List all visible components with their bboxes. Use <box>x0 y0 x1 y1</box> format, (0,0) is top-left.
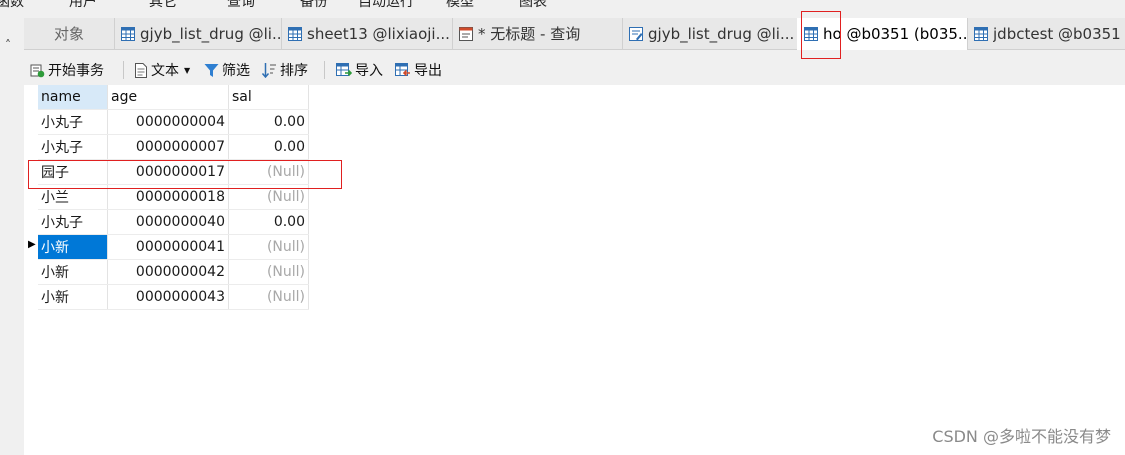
filter-icon <box>204 63 219 77</box>
annotation-highlight-tab <box>801 11 841 59</box>
column-header-name[interactable]: name <box>38 85 108 110</box>
import-button[interactable]: 导入 <box>336 56 383 84</box>
table-row[interactable]: 小丸子 0000000004 0.00 <box>38 109 309 135</box>
menu-item-users[interactable]: 用户 <box>69 0 97 11</box>
data-grid-area: name age sal 小丸子 0000000004 0.00 小丸子 000… <box>24 85 1125 455</box>
chevron-up-icon[interactable]: ˄ <box>5 38 11 52</box>
tab-gjyb-list-drug-query[interactable]: gjyb_list_drug @li... <box>622 18 798 49</box>
cell-name[interactable]: 小丸子 <box>38 109 108 135</box>
tab-objects[interactable]: 对象 <box>24 18 115 49</box>
table-row[interactable]: 小丸子 0000000040 0.00 <box>38 209 309 235</box>
cell-name[interactable]: 小丸子 <box>38 134 108 160</box>
import-icon <box>336 62 352 76</box>
table-icon <box>974 26 988 41</box>
cell-name[interactable]: 小新 <box>38 234 108 260</box>
table-row-selected[interactable]: 小新 0000000041 (Null) <box>38 234 309 260</box>
sort-button[interactable]: 排序 <box>262 56 308 84</box>
table-row[interactable]: 小丸子 0000000007 0.00 <box>38 134 309 160</box>
document-icon <box>135 62 147 78</box>
menu-item-model[interactable]: 模型 <box>446 0 474 11</box>
sort-label: 排序 <box>280 63 308 79</box>
watermark: CSDN @多啦不能没有梦 <box>932 427 1111 446</box>
tab-label: 对象 <box>53 25 84 43</box>
tab-label: * 无标题 - 查询 <box>478 25 581 43</box>
tab-label: sheet13 @lixiaoji... <box>307 24 450 43</box>
transaction-icon <box>30 64 45 77</box>
column-header-age[interactable]: age <box>107 85 229 110</box>
column-header-sal[interactable]: sal <box>228 85 309 110</box>
cell-sal[interactable]: 0.00 <box>228 209 309 235</box>
toolbar: 开始事务 文本 ▼ 筛选 排序 导入 导出 <box>24 56 1125 84</box>
cell-age[interactable]: 0000000043 <box>107 284 229 310</box>
sort-icon <box>262 63 276 78</box>
tab-gjyb-list-drug[interactable]: gjyb_list_drug @li... <box>114 18 282 49</box>
menu-item-chart[interactable]: 图表 <box>519 0 547 11</box>
cell-sal[interactable]: (Null) <box>228 259 309 285</box>
cell-age[interactable]: 0000000040 <box>107 209 229 235</box>
tab-untitled-query[interactable]: * 无标题 - 查询 <box>452 18 623 49</box>
cell-name[interactable]: 小新 <box>38 259 108 285</box>
tab-label: ho @b0351 (b035... <box>823 25 967 43</box>
table-row[interactable]: 小新 0000000042 (Null) <box>38 259 309 285</box>
cell-sal[interactable]: (Null) <box>228 234 309 260</box>
export-label: 导出 <box>414 63 442 79</box>
menu-item-functions[interactable]: 函数 <box>0 0 24 11</box>
cell-name[interactable]: 小丸子 <box>38 209 108 235</box>
edit-query-icon <box>629 26 643 41</box>
left-gutter: ˄ <box>0 18 24 455</box>
table-icon <box>288 26 302 41</box>
export-icon <box>395 62 410 76</box>
menu-item-other[interactable]: 其它 <box>149 0 177 11</box>
cell-age[interactable]: 0000000004 <box>107 109 229 135</box>
tab-sheet13[interactable]: sheet13 @lixiaoji... <box>281 18 453 49</box>
table-icon <box>121 26 135 41</box>
cell-sal[interactable]: 0.00 <box>228 109 309 135</box>
menu-bar: 函数 用户 其它 查询 备份 自动运行 模型 图表 <box>0 0 1125 11</box>
text-button[interactable]: 文本 ▼ <box>134 56 190 84</box>
tab-label: gjyb_list_drug @li... <box>140 24 281 43</box>
tab-label: gjyb_list_drug @li... <box>648 24 795 43</box>
text-label: 文本 <box>151 63 179 79</box>
tab-bar: 对象 gjyb_list_drug @li... sheet13 @lixiao… <box>24 18 1125 50</box>
cell-name[interactable]: 小新 <box>38 284 108 310</box>
tab-label: jdbctest @b0351 . <box>993 24 1125 43</box>
begin-transaction-button[interactable]: 开始事务 <box>30 56 104 84</box>
export-button[interactable]: 导出 <box>395 56 442 84</box>
cell-age[interactable]: 0000000042 <box>107 259 229 285</box>
toolbar-divider <box>123 61 124 79</box>
menu-item-backup[interactable]: 备份 <box>300 0 328 11</box>
filter-label: 筛选 <box>222 63 250 79</box>
menu-item-query[interactable]: 查询 <box>227 0 255 11</box>
query-icon <box>459 26 473 41</box>
table-row[interactable]: 小新 0000000043 (Null) <box>38 284 309 310</box>
chevron-down-icon: ▼ <box>184 65 191 75</box>
filter-button[interactable]: 筛选 <box>204 56 250 84</box>
current-row-pointer-icon: ▶ <box>28 239 36 250</box>
data-grid: name age sal 小丸子 0000000004 0.00 小丸子 000… <box>38 85 309 310</box>
menu-item-automation[interactable]: 自动运行 <box>358 0 414 11</box>
tab-jdbctest[interactable]: jdbctest @b0351 . <box>967 18 1125 49</box>
import-label: 导入 <box>355 63 383 79</box>
begin-transaction-label: 开始事务 <box>48 63 104 79</box>
toolbar-divider <box>324 61 325 79</box>
cell-age[interactable]: 0000000041 <box>107 234 229 260</box>
cell-age[interactable]: 0000000007 <box>107 134 229 160</box>
cell-sal[interactable]: (Null) <box>228 284 309 310</box>
cell-sal[interactable]: 0.00 <box>228 134 309 160</box>
annotation-highlight-row <box>28 160 342 189</box>
